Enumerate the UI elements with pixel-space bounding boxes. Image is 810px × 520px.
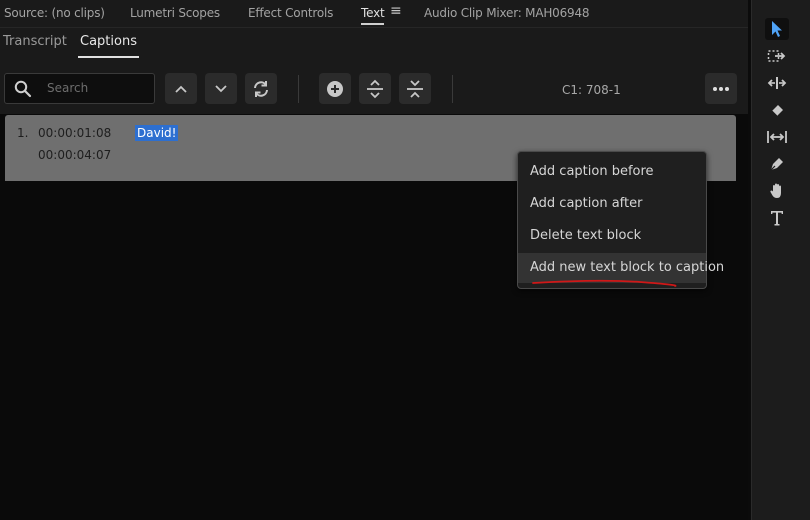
slip-icon bbox=[767, 131, 787, 143]
razor-tool[interactable] bbox=[765, 99, 789, 121]
type-tool[interactable] bbox=[765, 207, 789, 229]
selection-tool-icon bbox=[772, 21, 782, 37]
pen-icon bbox=[770, 158, 783, 171]
track-select-icon bbox=[767, 50, 786, 62]
slip-tool[interactable] bbox=[765, 126, 789, 148]
track-select-tool[interactable] bbox=[765, 45, 789, 67]
ripple-edit-tool[interactable] bbox=[765, 72, 789, 94]
hand-tool[interactable] bbox=[765, 180, 789, 202]
tools-panel bbox=[751, 0, 810, 520]
selection-tool[interactable] bbox=[765, 18, 789, 40]
hand-icon bbox=[770, 183, 781, 198]
ripple-edit-icon bbox=[767, 77, 787, 89]
pen-tool[interactable] bbox=[765, 153, 789, 175]
type-icon bbox=[771, 211, 783, 226]
razor-icon bbox=[771, 105, 783, 117]
annotation-underline bbox=[532, 279, 677, 287]
text-panel: Source: (no clips) Lumetri Scopes Effect… bbox=[0, 0, 748, 520]
